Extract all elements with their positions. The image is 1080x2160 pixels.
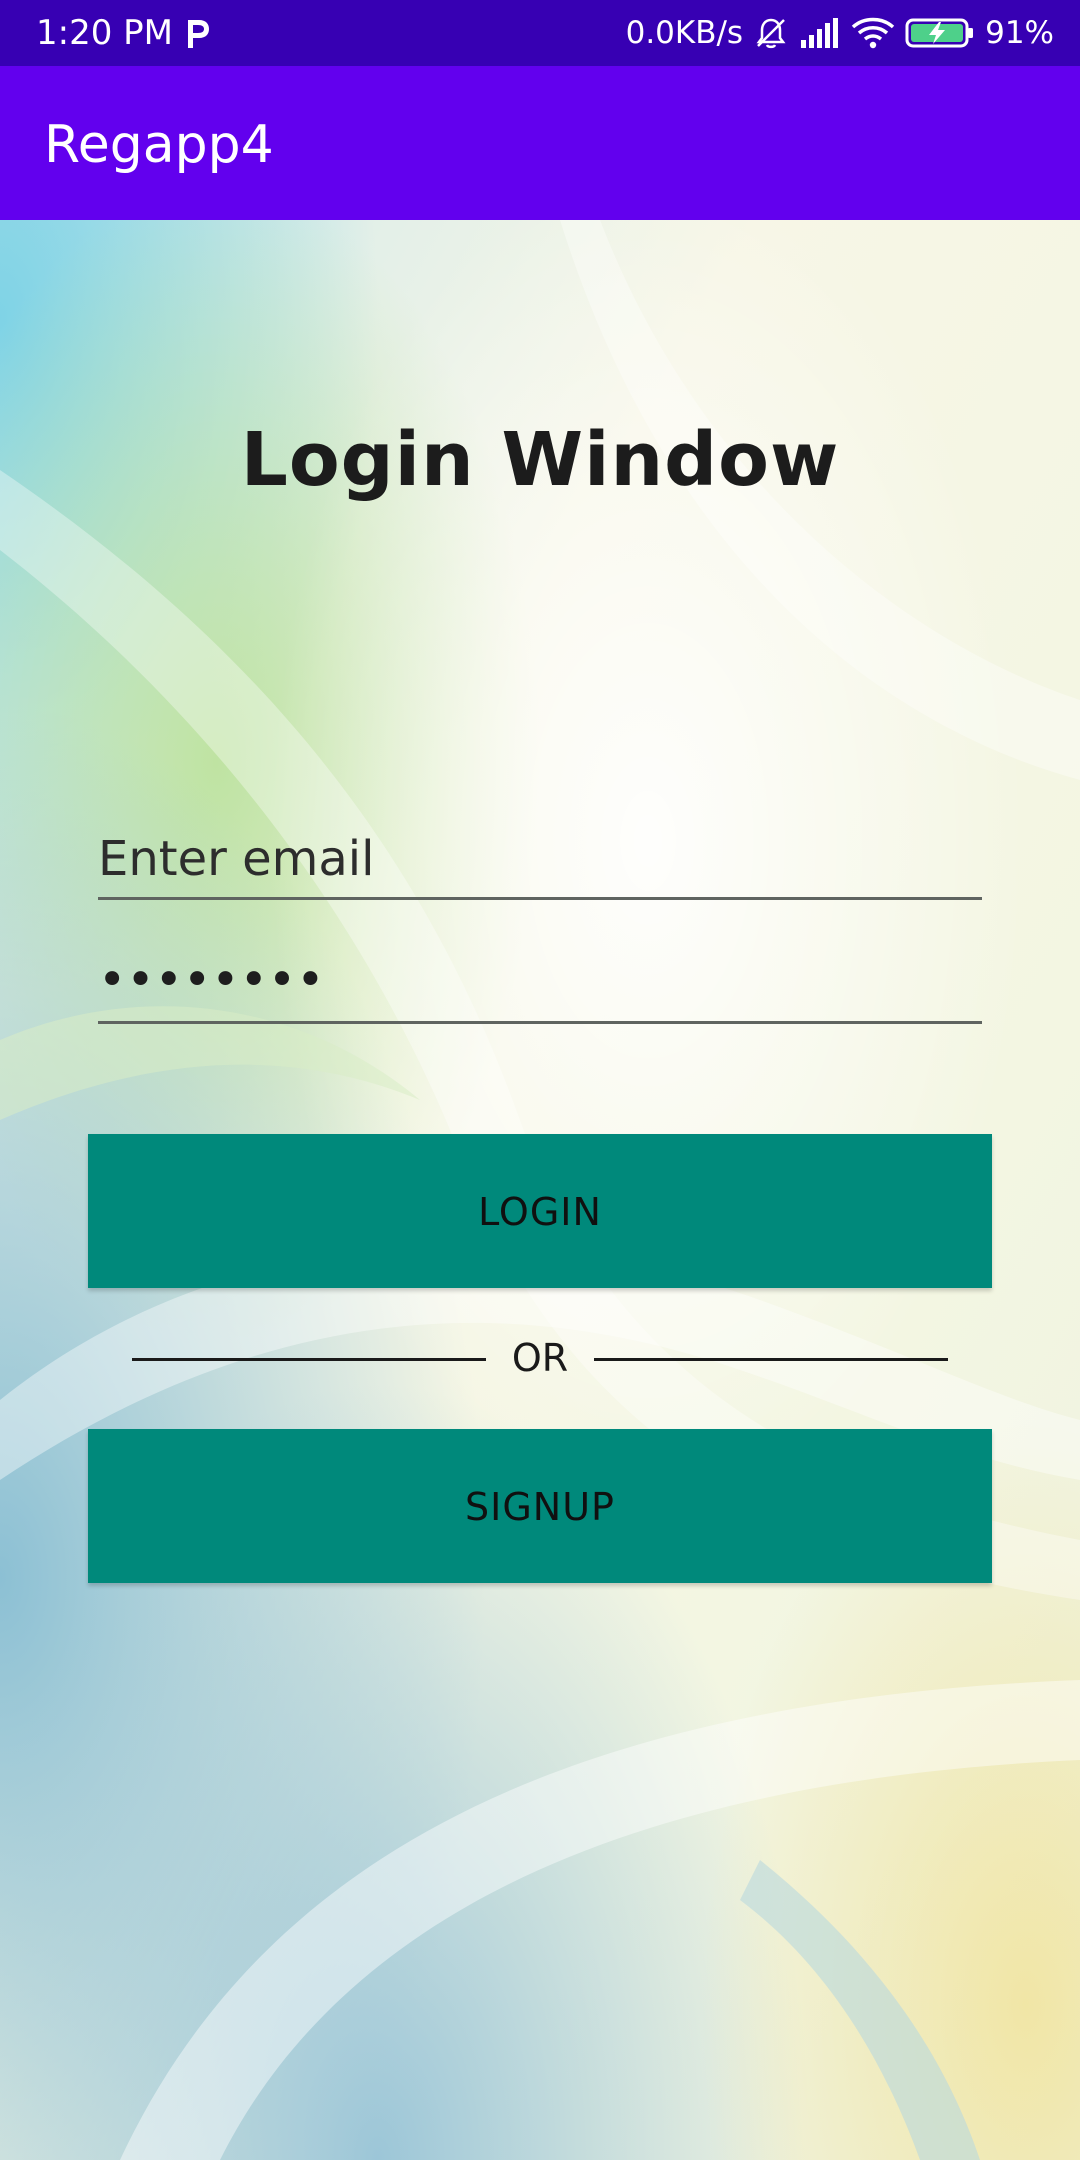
battery-charging-icon [905, 18, 974, 48]
app-title: Regapp4 [44, 115, 274, 175]
password-masked-value: •••••••• [98, 952, 325, 1008]
divider-line-right [594, 1358, 948, 1361]
login-button[interactable]: LOGIN [88, 1134, 992, 1288]
network-speed: 0.0KB/s [625, 15, 744, 51]
app-bar: Regapp4 [0, 66, 1080, 220]
signal-icon [801, 18, 839, 48]
bell-off-icon [756, 18, 786, 49]
page-title: Login Window [240, 417, 840, 503]
or-divider: OR [132, 1330, 948, 1390]
email-field[interactable] [98, 820, 982, 900]
password-field[interactable]: •••••••• [98, 944, 982, 1024]
status-bar: 1:20 PM 0.0KB/s 91% [0, 0, 1080, 66]
wifi-icon [851, 17, 895, 49]
status-time: 1:20 PM [36, 13, 173, 53]
login-screen: 1:20 PM 0.0KB/s 91% Regapp4 Login Window… [0, 0, 1080, 2160]
signup-button[interactable]: SIGNUP [88, 1429, 992, 1583]
parking-p-icon [188, 20, 209, 48]
battery-percent: 91% [985, 15, 1054, 51]
status-icons: 0.0KB/s 91% [626, 0, 1054, 66]
email-input[interactable] [98, 820, 982, 897]
